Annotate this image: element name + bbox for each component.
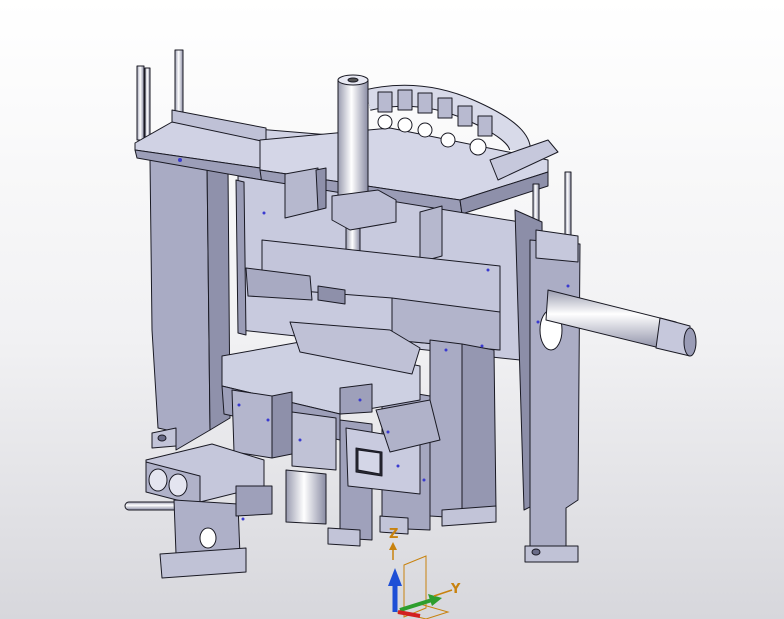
z-axis-arrow [388, 542, 402, 612]
compass-y-label: Y [451, 582, 461, 597]
3d-viewport[interactable]: Z Y [0, 0, 784, 619]
x-axis-arrow [397, 610, 421, 618]
compass-z-label: Z [389, 527, 399, 542]
